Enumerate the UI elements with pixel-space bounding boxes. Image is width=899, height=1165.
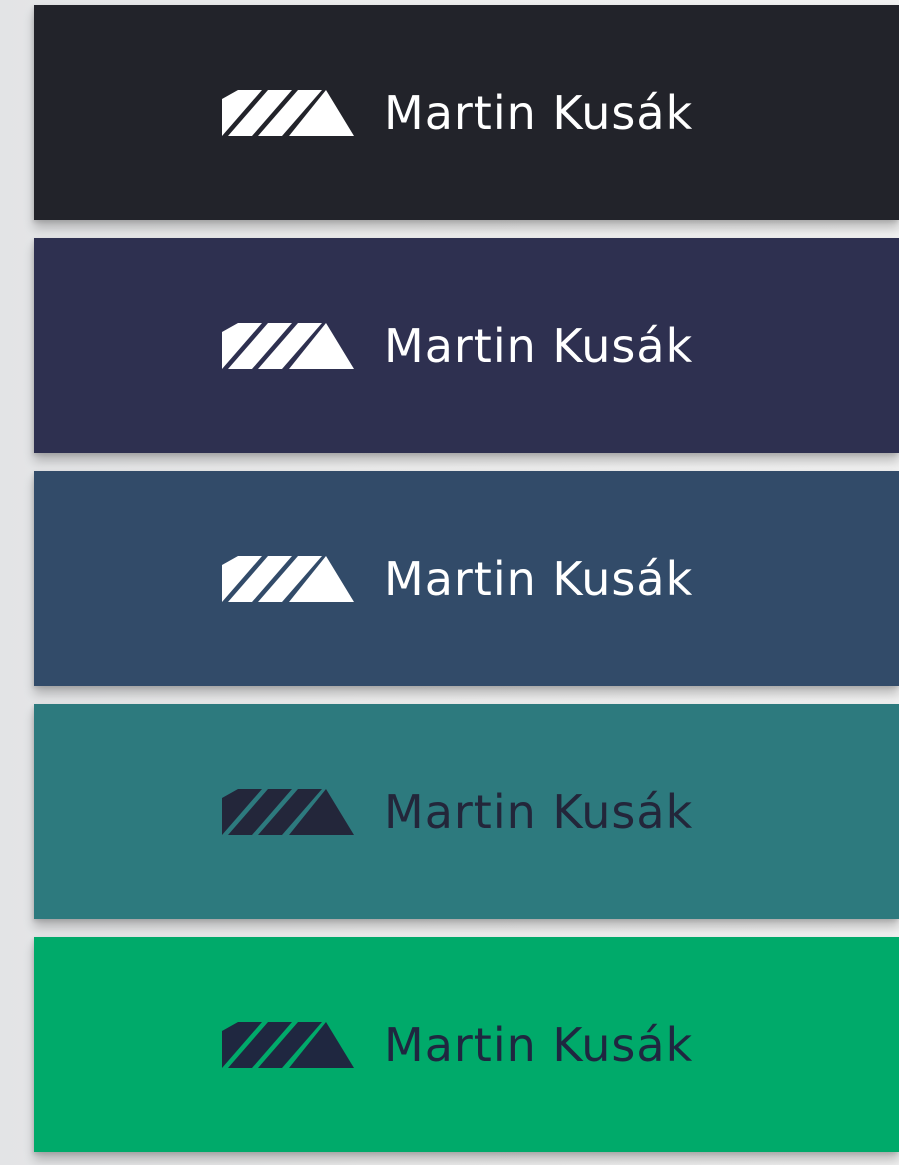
mk-logo-mark-icon [222, 90, 354, 136]
brand-name: Martin Kusák [384, 785, 694, 839]
brand-name: Martin Kusák [384, 552, 694, 606]
brand-name: Martin Kusák [384, 86, 694, 140]
logo: Martin Kusák [222, 551, 693, 607]
swatch-4: Martin Kusák [34, 704, 899, 919]
brand-name: Martin Kusák [384, 1018, 694, 1072]
swatch-1: Martin Kusák [34, 5, 899, 220]
logo: Martin Kusák [222, 318, 693, 374]
brand-name: Martin Kusák [384, 319, 694, 373]
mk-logo-mark-icon [222, 789, 354, 835]
logo: Martin Kusák [222, 784, 693, 840]
swatch-3: Martin Kusák [34, 471, 899, 686]
logo: Martin Kusák [222, 1017, 693, 1073]
mk-logo-mark-icon [222, 556, 354, 602]
swatch-5: Martin Kusák [34, 937, 899, 1152]
swatch-2: Martin Kusák [34, 238, 899, 453]
mk-logo-mark-icon [222, 1022, 354, 1068]
logo: Martin Kusák [222, 85, 693, 141]
mk-logo-mark-icon [222, 323, 354, 369]
